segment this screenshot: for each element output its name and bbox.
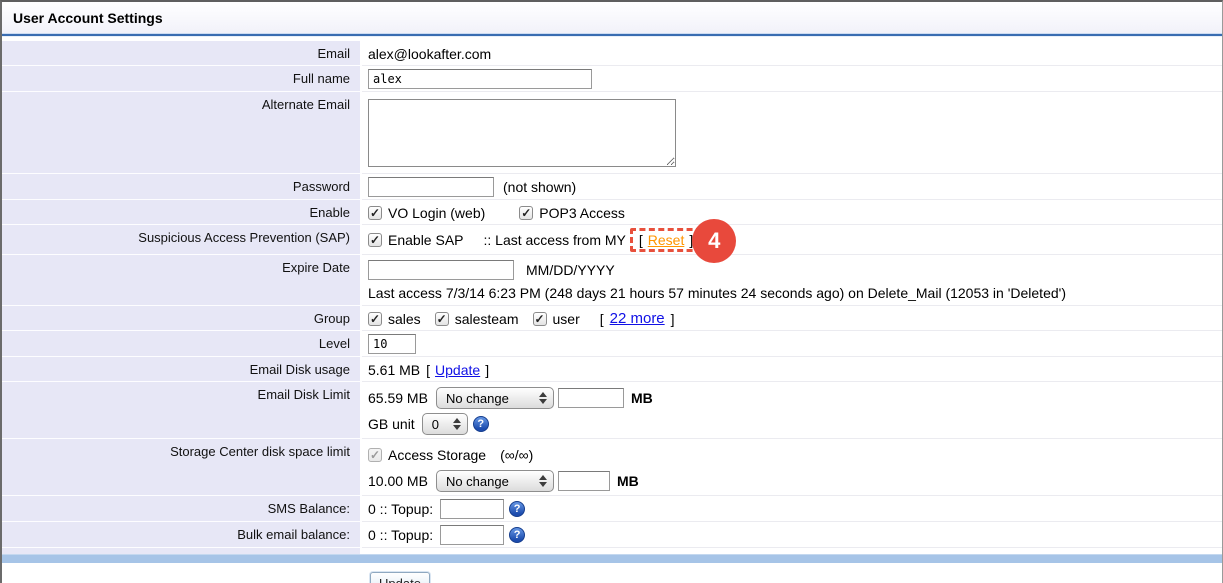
update-button[interactable]: Update bbox=[370, 572, 430, 583]
row-email: Email alex@lookafter.com bbox=[2, 41, 1222, 66]
storage-unit: MB bbox=[617, 473, 639, 489]
select-arrows-icon bbox=[539, 392, 547, 404]
row-enable: Enable ✓ VO Login (web) ✓ POP3 Access bbox=[2, 200, 1222, 225]
level-label: Level bbox=[2, 331, 362, 357]
access-storage-checkbox: ✓ bbox=[368, 448, 382, 462]
access-storage-label: Access Storage bbox=[388, 447, 486, 463]
row-disk-usage: Email Disk usage 5.61 MB [ Update ] bbox=[2, 357, 1222, 382]
group-sales-label: sales bbox=[388, 311, 421, 327]
enable-sap-checkbox[interactable]: ✓ bbox=[368, 233, 382, 247]
row-sms-balance: SMS Balance: 0 :: Topup: ? bbox=[2, 496, 1222, 522]
storage-center-label: Storage Center disk space limit bbox=[2, 439, 362, 496]
disk-limit-current: 65.59 MB bbox=[368, 390, 428, 406]
bulk-email-balance-value: 0 :: Topup: bbox=[368, 527, 433, 543]
storage-select[interactable]: No change bbox=[436, 470, 554, 492]
bracket-open: [ bbox=[426, 362, 430, 378]
gb-unit-select-value: 0 bbox=[432, 417, 439, 432]
disk-limit-select[interactable]: No change bbox=[436, 387, 554, 409]
password-note: (not shown) bbox=[503, 179, 576, 195]
storage-current: 10.00 MB bbox=[368, 473, 428, 489]
user-account-settings-window: User Account Settings Email alex@lookaft… bbox=[0, 0, 1223, 583]
full-name-input[interactable] bbox=[368, 69, 592, 89]
sms-balance-label: SMS Balance: bbox=[2, 496, 362, 522]
vo-login-checkbox[interactable]: ✓ bbox=[368, 206, 382, 220]
enable-label: Enable bbox=[2, 200, 362, 225]
storage-select-value: No change bbox=[446, 474, 509, 489]
bracket-open: [ bbox=[600, 311, 604, 327]
sms-help-icon[interactable]: ? bbox=[509, 501, 525, 517]
full-name-label: Full name bbox=[2, 66, 362, 92]
bulk-help-icon[interactable]: ? bbox=[509, 527, 525, 543]
select-arrows-icon bbox=[539, 475, 547, 487]
password-input[interactable] bbox=[368, 177, 494, 197]
expire-date-input[interactable] bbox=[368, 260, 514, 280]
bracket-open: [ bbox=[639, 232, 643, 248]
level-input[interactable] bbox=[368, 334, 416, 354]
sms-balance-value: 0 :: Topup: bbox=[368, 501, 433, 517]
disk-usage-label: Email Disk usage bbox=[2, 357, 362, 382]
gb-unit-label: GB unit bbox=[368, 416, 415, 432]
disk-limit-unit: MB bbox=[631, 390, 653, 406]
storage-limit-input[interactable] bbox=[558, 471, 610, 491]
bulk-email-balance-label: Bulk email balance: bbox=[2, 522, 362, 548]
select-arrows-icon bbox=[453, 418, 461, 430]
row-group: Group ✓ sales ✓ salesteam ✓ user [ 22 mo… bbox=[2, 306, 1222, 331]
password-label: Password bbox=[2, 174, 362, 200]
page-header: User Account Settings bbox=[2, 2, 1222, 33]
reset-link[interactable]: Reset bbox=[648, 232, 685, 248]
bracket-close: ] bbox=[671, 311, 675, 327]
footer-divider-bar bbox=[2, 554, 1222, 563]
row-alternate-email: Alternate Email bbox=[2, 92, 1222, 174]
row-sap: Suspicious Access Prevention (SAP) ✓ Ena… bbox=[2, 225, 1222, 255]
pop3-access-checkbox[interactable]: ✓ bbox=[519, 206, 533, 220]
vo-login-label: VO Login (web) bbox=[388, 205, 485, 221]
more-groups-link[interactable]: 22 more bbox=[610, 310, 665, 327]
alternate-email-textarea[interactable] bbox=[368, 99, 676, 167]
bulk-topup-input[interactable] bbox=[440, 525, 504, 545]
group-sales-checkbox[interactable]: ✓ bbox=[368, 312, 382, 326]
gb-unit-help-icon[interactable]: ? bbox=[473, 416, 489, 432]
disk-usage-value: 5.61 MB bbox=[368, 362, 420, 378]
expire-date-label: Expire Date bbox=[2, 255, 362, 306]
group-salesteam-checkbox[interactable]: ✓ bbox=[435, 312, 449, 326]
row-password: Password (not shown) bbox=[2, 174, 1222, 200]
footer: Update bbox=[2, 563, 1222, 583]
row-level: Level bbox=[2, 331, 1222, 357]
sap-label: Suspicious Access Prevention (SAP) bbox=[2, 225, 362, 255]
disk-limit-label: Email Disk Limit bbox=[2, 382, 362, 439]
storage-quota: (∞/∞) bbox=[500, 447, 533, 463]
row-disk-limit: Email Disk Limit 65.59 MB No change MB G… bbox=[2, 382, 1222, 439]
group-salesteam-label: salesteam bbox=[455, 311, 519, 327]
sap-status-text: :: Last access from MY bbox=[484, 232, 626, 248]
page-title: User Account Settings bbox=[13, 10, 163, 26]
step-4-badge: 4 bbox=[692, 219, 736, 263]
last-access-text: Last access 7/3/14 6:23 PM (248 days 21 … bbox=[368, 285, 1066, 301]
disk-limit-select-value: No change bbox=[446, 391, 509, 406]
row-expire-date: Expire Date MM/DD/YYYY Last access 7/3/1… bbox=[2, 255, 1222, 306]
disk-usage-update-link[interactable]: Update bbox=[435, 362, 480, 378]
bracket-close: ] bbox=[485, 362, 489, 378]
group-user-label: user bbox=[553, 311, 580, 327]
enable-sap-label: Enable SAP bbox=[388, 232, 464, 248]
email-label: Email bbox=[2, 41, 362, 66]
email-value: alex@lookafter.com bbox=[362, 41, 1222, 66]
alternate-email-label: Alternate Email bbox=[2, 92, 362, 174]
pop3-access-label: POP3 Access bbox=[539, 205, 625, 221]
row-bulk-email-balance: Bulk email balance: 0 :: Topup: ? bbox=[2, 522, 1222, 548]
sms-topup-input[interactable] bbox=[440, 499, 504, 519]
row-storage-center: Storage Center disk space limit ✓ Access… bbox=[2, 439, 1222, 496]
disk-limit-input[interactable] bbox=[558, 388, 624, 408]
group-label: Group bbox=[2, 306, 362, 331]
group-user-checkbox[interactable]: ✓ bbox=[533, 312, 547, 326]
row-full-name: Full name bbox=[2, 66, 1222, 92]
date-format-hint: MM/DD/YYYY bbox=[526, 262, 615, 278]
gb-unit-select[interactable]: 0 bbox=[422, 413, 468, 435]
